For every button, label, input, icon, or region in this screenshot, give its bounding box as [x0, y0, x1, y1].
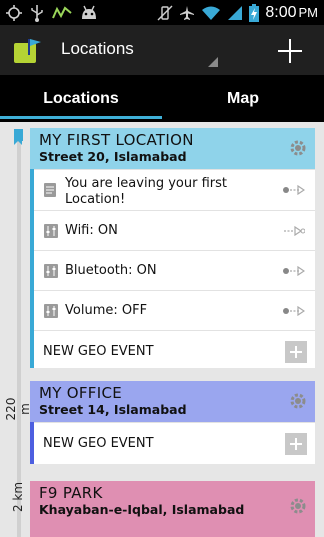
event-text: You are leaving your first Location!	[65, 176, 227, 207]
entering-arrow-icon	[284, 226, 305, 236]
settings-slider-icon	[44, 264, 58, 278]
location-card-park: F9 PARK Khayaban-e-Iqbal, Islamabad	[30, 481, 315, 537]
vibrate-off-icon	[157, 5, 173, 21]
battery-charging-icon	[249, 4, 260, 22]
location-address: Street 20, Islamabad	[39, 149, 187, 164]
location-header[interactable]: F9 PARK Khayaban-e-Iqbal, Islamabad	[30, 481, 315, 537]
event-text: Bluetooth: ON	[65, 263, 157, 278]
settings-slider-icon	[44, 224, 58, 238]
gear-icon[interactable]	[289, 139, 307, 157]
add-geo-event-button[interactable]	[285, 433, 307, 455]
new-geo-event-label: NEW GEO EVENT	[43, 436, 154, 451]
gear-icon[interactable]	[289, 392, 307, 410]
status-left-icons	[6, 3, 98, 23]
tab-map[interactable]: Map	[162, 75, 324, 122]
message-icon	[44, 183, 56, 197]
tab-bar: Locations Map	[0, 75, 324, 122]
tracking-icon	[52, 6, 72, 19]
dropdown-indicator-icon[interactable]	[208, 57, 218, 67]
app-logo-icon[interactable]	[14, 37, 42, 63]
new-geo-event-row[interactable]: NEW GEO EVENT	[34, 330, 315, 371]
airplane-icon	[180, 6, 195, 20]
usb-icon	[31, 5, 43, 22]
location-name: MY FIRST LOCATION	[39, 131, 194, 149]
android-icon	[82, 5, 96, 19]
clock-time: 8:00	[265, 4, 297, 21]
tab-locations[interactable]: Locations	[0, 75, 162, 122]
location-name: F9 PARK	[39, 484, 103, 502]
action-bar: Locations	[0, 25, 324, 75]
wifi-icon	[202, 6, 221, 20]
event-row-volume[interactable]: Volume: OFF	[34, 290, 315, 330]
distance-label-park: 2 km	[11, 481, 25, 513]
leaving-arrow-icon	[283, 306, 305, 316]
event-row-wifi[interactable]: Wifi: ON	[34, 210, 315, 250]
action-bar-title[interactable]: Locations	[61, 39, 134, 59]
selected-tab-indicator	[0, 116, 162, 119]
event-text: Wifi: ON	[65, 223, 118, 238]
event-row-bluetooth[interactable]: Bluetooth: ON	[34, 250, 315, 290]
event-text: Volume: OFF	[65, 303, 148, 318]
signal-icon	[228, 6, 243, 20]
gps-icon	[6, 5, 22, 21]
location-card-first: MY FIRST LOCATION Street 20, Islamabad Y…	[30, 128, 315, 368]
leaving-arrow-icon	[283, 266, 305, 276]
status-right-icons: 8:00 PM	[157, 3, 318, 23]
location-address: Street 14, Islamabad	[39, 402, 187, 417]
location-card-office: MY OFFICE Street 14, Islamabad NEW GEO E…	[30, 381, 315, 464]
timeline-rail	[17, 130, 21, 537]
leaving-arrow-icon	[283, 185, 305, 195]
new-geo-event-label: NEW GEO EVENT	[43, 344, 154, 359]
distance-label-office: 220 m	[4, 397, 32, 421]
location-name: MY OFFICE	[39, 384, 123, 402]
new-geo-event-row[interactable]: NEW GEO EVENT	[34, 422, 315, 463]
add-location-button[interactable]	[270, 31, 310, 71]
event-row-message[interactable]: You are leaving your first Location!	[34, 169, 315, 210]
status-bar: 8:00 PM	[0, 0, 324, 25]
clock-ampm: PM	[298, 5, 319, 20]
clock: 8:00 PM	[265, 4, 318, 22]
bookmark-icon	[14, 129, 23, 145]
location-address: Khayaban-e-Iqbal, Islamabad	[39, 502, 245, 517]
location-header[interactable]: MY FIRST LOCATION Street 20, Islamabad	[30, 128, 315, 169]
location-header[interactable]: MY OFFICE Street 14, Islamabad	[30, 381, 315, 422]
settings-slider-icon	[44, 304, 58, 318]
gear-icon[interactable]	[289, 497, 307, 515]
add-geo-event-button[interactable]	[285, 341, 307, 363]
